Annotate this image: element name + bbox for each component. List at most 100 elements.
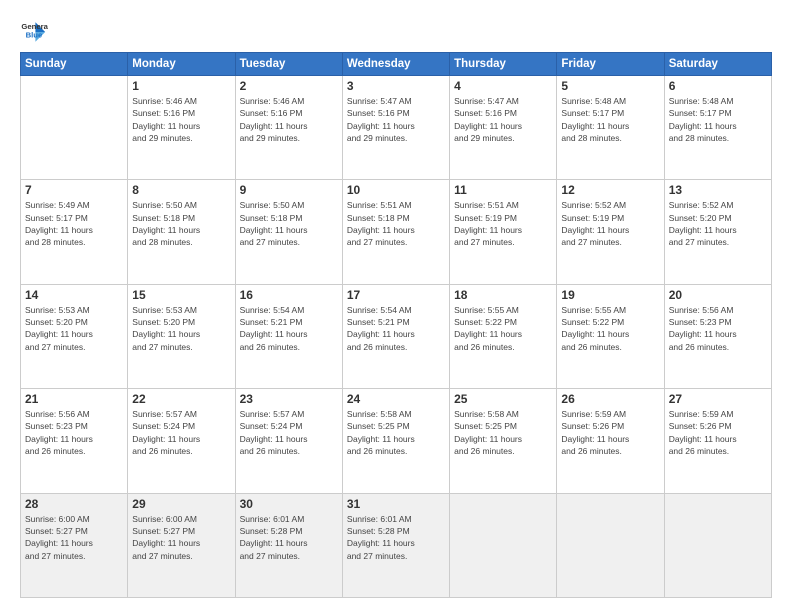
- calendar-cell: 4Sunrise: 5:47 AM Sunset: 5:16 PM Daylig…: [450, 76, 557, 180]
- day-info: Sunrise: 5:59 AM Sunset: 5:26 PM Dayligh…: [561, 408, 659, 457]
- day-number: 16: [240, 288, 338, 302]
- weekday-header-friday: Friday: [557, 53, 664, 76]
- day-info: Sunrise: 5:46 AM Sunset: 5:16 PM Dayligh…: [132, 95, 230, 144]
- day-number: 12: [561, 183, 659, 197]
- calendar-cell: 1 Sunrise: 5:46 AM Sunset: 5:16 PM Daylig…: [128, 76, 235, 180]
- day-info: Sunrise: 5:59 AM Sunset: 5:26 PM Dayligh…: [669, 408, 767, 457]
- logo: General Blue: [20, 18, 48, 46]
- day-info: Sunrise: 5:50 AM Sunset: 5:18 PM Dayligh…: [240, 199, 338, 248]
- day-info: Sunrise: 5:58 AM Sunset: 5:25 PM Dayligh…: [454, 408, 552, 457]
- calendar-page: General Blue SundayMondayTuesdayWednesda…: [0, 0, 792, 612]
- day-number: 21: [25, 392, 123, 406]
- calendar-cell: 17Sunrise: 5:54 AM Sunset: 5:21 PM Dayli…: [342, 284, 449, 388]
- calendar-cell: 21Sunrise: 5:56 AM Sunset: 5:23 PM Dayli…: [21, 389, 128, 493]
- calendar-cell: 23 Sunrise: 5:57 AM Sunset: 5:24 PM Dayli…: [235, 389, 342, 493]
- day-number: 22: [132, 392, 230, 406]
- day-number: 18: [454, 288, 552, 302]
- day-info: Sunrise: 6:01 AM Sunset: 5:28 PM Dayligh…: [347, 513, 445, 562]
- weekday-header-tuesday: Tuesday: [235, 53, 342, 76]
- day-number: 20: [669, 288, 767, 302]
- day-number: 17: [347, 288, 445, 302]
- day-number: 1: [132, 79, 230, 93]
- calendar-cell: 29 Sunrise: 6:00 AM Sunset: 5:27 PM Dayli…: [128, 493, 235, 597]
- day-number: 8: [132, 183, 230, 197]
- weekday-header-saturday: Saturday: [664, 53, 771, 76]
- day-number: 4: [454, 79, 552, 93]
- calendar-cell: 25Sunrise: 5:58 AM Sunset: 5:25 PM Dayli…: [450, 389, 557, 493]
- day-info: Sunrise: 5:57 AM Sunset: 5:24 PM Dayligh…: [132, 408, 230, 457]
- day-info: Sunrise: 5:51 AM Sunset: 5:19 PM Dayligh…: [454, 199, 552, 248]
- day-number: 15: [132, 288, 230, 302]
- calendar-cell: 24Sunrise: 5:58 AM Sunset: 5:25 PM Dayli…: [342, 389, 449, 493]
- calendar-cell: 30Sunrise: 6:01 AM Sunset: 5:28 PM Dayli…: [235, 493, 342, 597]
- day-number: 19: [561, 288, 659, 302]
- day-info: Sunrise: 5:51 AM Sunset: 5:18 PM Dayligh…: [347, 199, 445, 248]
- calendar-cell: 7Sunrise: 5:49 AM Sunset: 5:17 PM Daylig…: [21, 180, 128, 284]
- day-number: 28: [25, 497, 123, 511]
- day-number: 7: [25, 183, 123, 197]
- day-info: Sunrise: 5:54 AM Sunset: 5:21 PM Dayligh…: [240, 304, 338, 353]
- day-number: 5: [561, 79, 659, 93]
- day-info: Sunrise: 5:57 AM Sunset: 5:24 PM Dayligh…: [240, 408, 338, 457]
- day-number: 31: [347, 497, 445, 511]
- calendar-cell: 2 Sunrise: 5:46 AM Sunset: 5:16 PM Daylig…: [235, 76, 342, 180]
- day-info: Sunrise: 5:53 AM Sunset: 5:20 PM Dayligh…: [25, 304, 123, 353]
- calendar-cell: 11 Sunrise: 5:51 AM Sunset: 5:19 PM Dayli…: [450, 180, 557, 284]
- calendar-cell: 22 Sunrise: 5:57 AM Sunset: 5:24 PM Dayli…: [128, 389, 235, 493]
- calendar-cell: 13 Sunrise: 5:52 AM Sunset: 5:20 PM Dayli…: [664, 180, 771, 284]
- day-number: 11: [454, 183, 552, 197]
- day-number: 13: [669, 183, 767, 197]
- day-number: 29: [132, 497, 230, 511]
- calendar-cell: 31 Sunrise: 6:01 AM Sunset: 5:28 PM Dayli…: [342, 493, 449, 597]
- day-info: Sunrise: 5:56 AM Sunset: 5:23 PM Dayligh…: [669, 304, 767, 353]
- day-info: Sunrise: 5:52 AM Sunset: 5:19 PM Dayligh…: [561, 199, 659, 248]
- day-info: Sunrise: 5:46 AM Sunset: 5:16 PM Dayligh…: [240, 95, 338, 144]
- day-number: 10: [347, 183, 445, 197]
- calendar-cell: 3 Sunrise: 5:47 AM Sunset: 5:16 PM Daylig…: [342, 76, 449, 180]
- calendar-cell: 6 Sunrise: 5:48 AM Sunset: 5:17 PM Daylig…: [664, 76, 771, 180]
- calendar-table: SundayMondayTuesdayWednesdayThursdayFrid…: [20, 52, 772, 598]
- day-info: Sunrise: 5:50 AM Sunset: 5:18 PM Dayligh…: [132, 199, 230, 248]
- svg-text:General: General: [21, 22, 48, 31]
- calendar-cell: 9 Sunrise: 5:50 AM Sunset: 5:18 PM Daylig…: [235, 180, 342, 284]
- day-info: Sunrise: 5:55 AM Sunset: 5:22 PM Dayligh…: [454, 304, 552, 353]
- calendar-cell: 20 Sunrise: 5:56 AM Sunset: 5:23 PM Dayli…: [664, 284, 771, 388]
- day-info: Sunrise: 5:53 AM Sunset: 5:20 PM Dayligh…: [132, 304, 230, 353]
- day-number: 14: [25, 288, 123, 302]
- weekday-header-monday: Monday: [128, 53, 235, 76]
- day-number: 3: [347, 79, 445, 93]
- day-info: Sunrise: 5:52 AM Sunset: 5:20 PM Dayligh…: [669, 199, 767, 248]
- logo-icon: General Blue: [20, 18, 48, 46]
- calendar-cell: [557, 493, 664, 597]
- day-info: Sunrise: 5:48 AM Sunset: 5:17 PM Dayligh…: [561, 95, 659, 144]
- calendar-cell: 19Sunrise: 5:55 AM Sunset: 5:22 PM Dayli…: [557, 284, 664, 388]
- day-info: Sunrise: 6:00 AM Sunset: 5:27 PM Dayligh…: [25, 513, 123, 562]
- calendar-cell: [664, 493, 771, 597]
- calendar-cell: [450, 493, 557, 597]
- weekday-header-sunday: Sunday: [21, 53, 128, 76]
- svg-text:Blue: Blue: [26, 31, 43, 40]
- calendar-cell: 15 Sunrise: 5:53 AM Sunset: 5:20 PM Dayli…: [128, 284, 235, 388]
- day-number: 9: [240, 183, 338, 197]
- weekday-header-wednesday: Wednesday: [342, 53, 449, 76]
- day-info: Sunrise: 6:01 AM Sunset: 5:28 PM Dayligh…: [240, 513, 338, 562]
- calendar-cell: 10 Sunrise: 5:51 AM Sunset: 5:18 PM Dayli…: [342, 180, 449, 284]
- day-info: Sunrise: 5:47 AM Sunset: 5:16 PM Dayligh…: [347, 95, 445, 144]
- calendar-cell: 27 Sunrise: 5:59 AM Sunset: 5:26 PM Dayli…: [664, 389, 771, 493]
- day-number: 2: [240, 79, 338, 93]
- day-info: Sunrise: 5:58 AM Sunset: 5:25 PM Dayligh…: [347, 408, 445, 457]
- calendar-cell: 12 Sunrise: 5:52 AM Sunset: 5:19 PM Dayli…: [557, 180, 664, 284]
- day-number: 6: [669, 79, 767, 93]
- calendar-cell: 16 Sunrise: 5:54 AM Sunset: 5:21 PM Dayli…: [235, 284, 342, 388]
- weekday-header-thursday: Thursday: [450, 53, 557, 76]
- day-info: Sunrise: 6:00 AM Sunset: 5:27 PM Dayligh…: [132, 513, 230, 562]
- calendar-cell: 28 Sunrise: 6:00 AM Sunset: 5:27 PM Dayli…: [21, 493, 128, 597]
- day-number: 27: [669, 392, 767, 406]
- day-number: 23: [240, 392, 338, 406]
- header: General Blue: [20, 18, 772, 46]
- calendar-cell: 18 Sunrise: 5:55 AM Sunset: 5:22 PM Dayli…: [450, 284, 557, 388]
- calendar-cell: 26Sunrise: 5:59 AM Sunset: 5:26 PM Dayli…: [557, 389, 664, 493]
- day-info: Sunrise: 5:48 AM Sunset: 5:17 PM Dayligh…: [669, 95, 767, 144]
- calendar-cell: 8 Sunrise: 5:50 AM Sunset: 5:18 PM Daylig…: [128, 180, 235, 284]
- calendar-cell: 5 Sunrise: 5:48 AM Sunset: 5:17 PM Daylig…: [557, 76, 664, 180]
